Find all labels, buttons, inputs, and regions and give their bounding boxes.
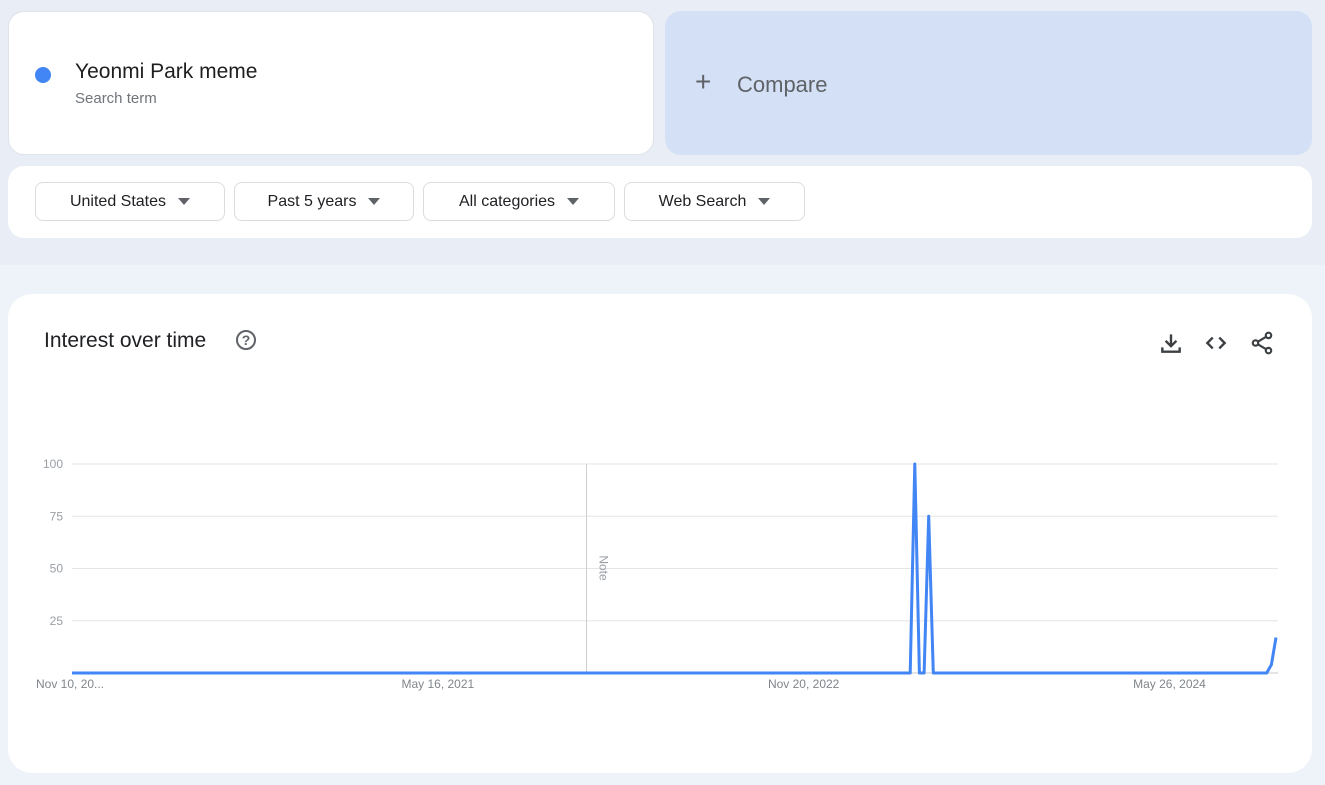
x-tick-label: May 16, 2021 — [401, 677, 474, 691]
x-tick-label: Nov 10, 20... — [36, 677, 104, 691]
y-tick-label: 25 — [50, 614, 64, 628]
x-tick-label: Nov 20, 2022 — [768, 677, 840, 691]
annotation-label[interactable]: Note — [597, 555, 611, 581]
y-tick-label: 100 — [43, 457, 63, 471]
x-tick-label: May 26, 2024 — [1133, 677, 1206, 691]
y-tick-label: 75 — [50, 509, 64, 523]
y-tick-label: 50 — [50, 562, 64, 576]
line-chart[interactable]: 25 50 75 100 Note Nov 10, 20... May 16, 2021 No… — [0, 0, 1325, 785]
